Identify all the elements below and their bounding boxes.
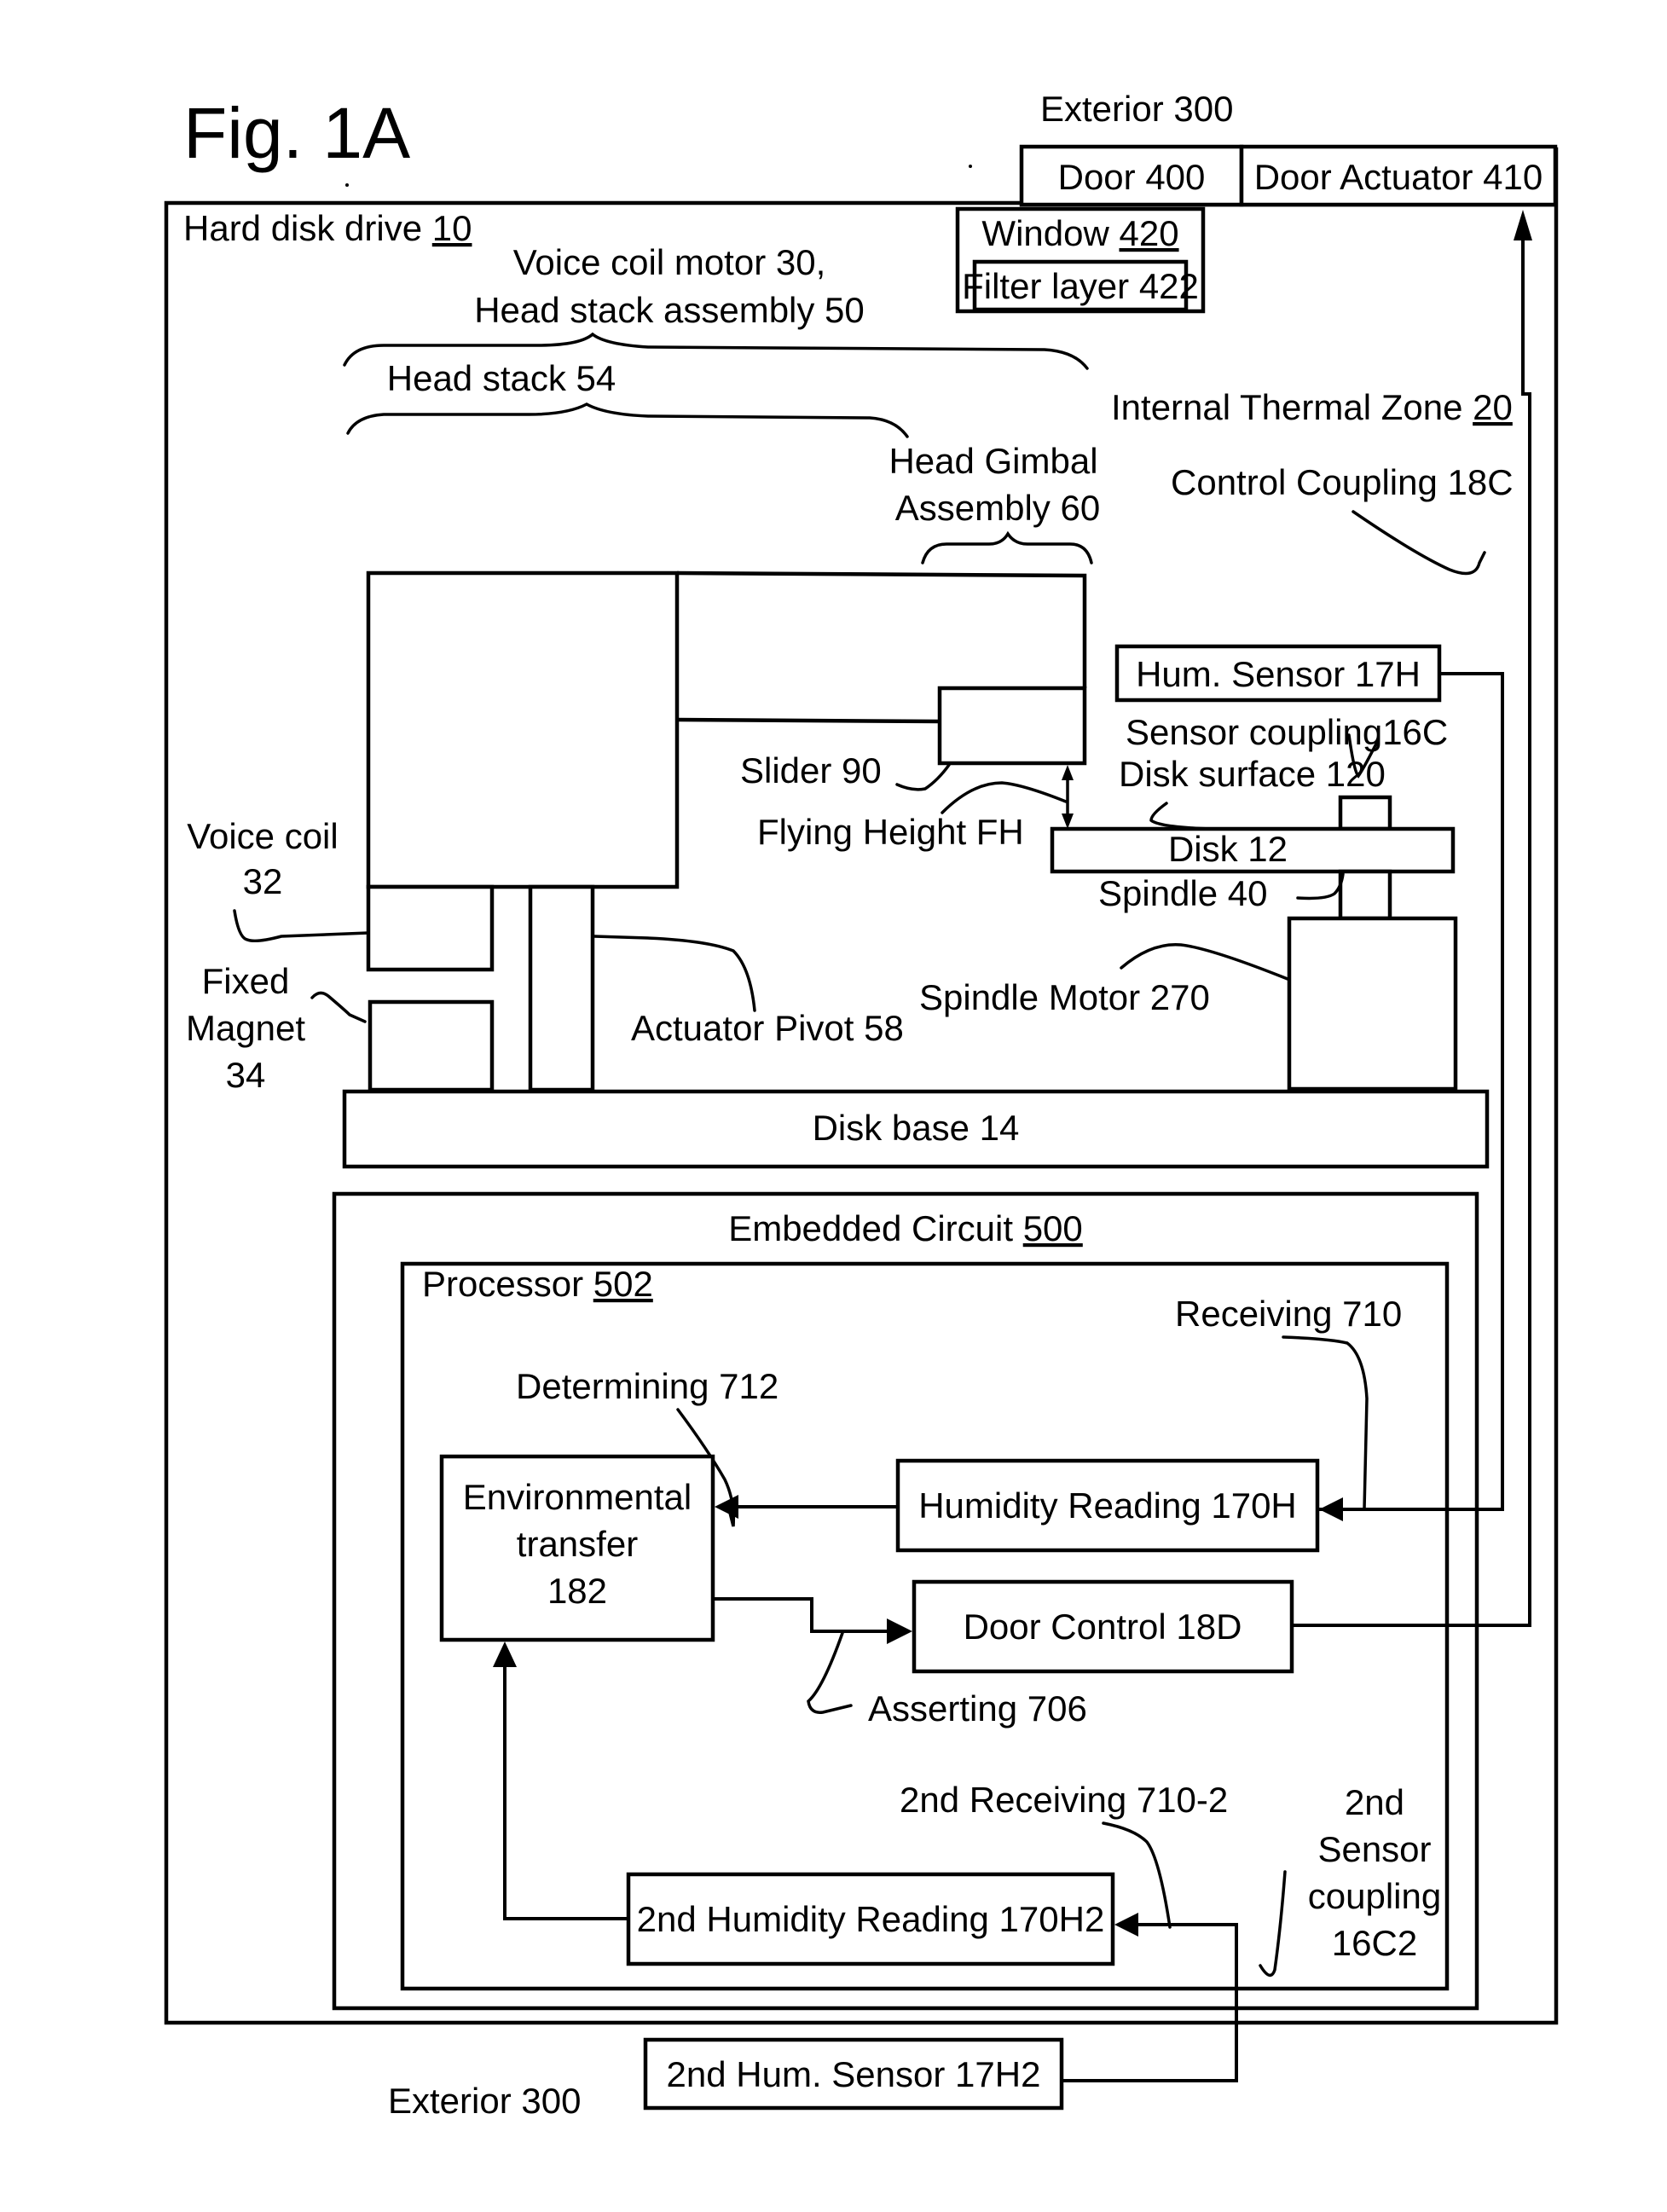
determining-label: Determining 712 (516, 1366, 779, 1406)
env-to-door-control-wire (713, 1597, 887, 1633)
hga-brace (921, 530, 1093, 565)
magnet-label-line1: Fixed (202, 961, 290, 1001)
scan-speck (969, 165, 972, 168)
second-hum-sensor-label: 2nd Hum. Sensor 17H2 (667, 2054, 1041, 2094)
slider-box (937, 686, 1087, 766)
scan-speck (345, 183, 349, 187)
arrow-to-second-humidity-reading (1114, 1913, 1138, 1937)
actuator-pivot-leader (593, 935, 756, 1012)
patent-diagram: Fig. 1A Exterior 300 Door 400 Door Actua… (164, 89, 1559, 2121)
slider-leader (895, 763, 951, 791)
fixed-magnet-box (368, 999, 495, 1092)
processor-label: Processor 502 (422, 1264, 653, 1304)
spindle-top (1338, 795, 1392, 831)
asserting-label: Asserting 706 (868, 1688, 1087, 1728)
window-label: Window 420 (981, 213, 1178, 253)
disk-base-label: Disk base 14 (813, 1108, 1020, 1148)
actuator-pivot-box (528, 884, 595, 1092)
voice-coil-leader (233, 909, 370, 943)
arrow-to-humidity-reading (1319, 1497, 1343, 1521)
exterior-label-top: Exterior 300 (1040, 89, 1233, 129)
asserting-leader (807, 1631, 853, 1714)
arrow-to-door-actuator (1514, 210, 1532, 240)
second-coupling-label-line2: Sensor (1317, 1829, 1431, 1869)
spindle-shaft (1338, 869, 1392, 921)
control-coupling-label: Control Coupling 18C (1171, 462, 1514, 502)
flying-height-arrow-up (1062, 765, 1074, 780)
flying-height-arrow-down (1062, 814, 1074, 829)
hga-label-line1: Head Gimbal (888, 441, 1097, 481)
spindle-leader (1296, 872, 1345, 900)
env-transfer-label-line1: Environmental (463, 1477, 692, 1517)
voice-coil-label-line1: Voice coil (187, 816, 338, 856)
sensor-coupling-label: Sensor coupling16C (1126, 712, 1448, 752)
figure-title: Fig. 1A (183, 93, 410, 173)
second-coupling-label-line3: coupling (1308, 1876, 1441, 1916)
filter-layer-label: Filter layer 422 (962, 266, 1199, 306)
humidity-reading-label: Humidity Reading 170H (918, 1485, 1297, 1526)
arrow-to-env-transfer (715, 1495, 738, 1519)
vcm-label-line2: Head stack assembly 50 (474, 290, 865, 330)
embedded-circuit-label: Embedded Circuit 500 (728, 1208, 1083, 1248)
door-label: Door 400 (1058, 157, 1206, 197)
disk-label: Disk 12 (1168, 829, 1288, 869)
hdd-label: Hard disk drive 10 (183, 208, 472, 248)
thermal-zone-label: Internal Thermal Zone 20 (1111, 387, 1513, 427)
head-stack-brace (346, 402, 909, 438)
door-control-label: Door Control 18D (964, 1607, 1242, 1647)
spindle-motor-label: Spindle Motor 270 (919, 977, 1210, 1017)
receiving-label: Receiving 710 (1175, 1294, 1402, 1334)
door-actuator-label: Door Actuator 410 (1254, 157, 1543, 197)
disk-surface-label: Disk surface 120 (1119, 754, 1386, 794)
second-humidity-reading-label: 2nd Humidity Reading 170H2 (637, 1899, 1105, 1939)
magnet-label-line2: Magnet (186, 1008, 305, 1048)
magnet-leader (310, 991, 367, 1023)
flying-height-leader (941, 781, 1068, 814)
magnet-label-line3: 34 (226, 1055, 266, 1095)
spindle-motor-box (1287, 916, 1458, 1092)
voice-coil-box (366, 884, 495, 972)
actuator-body (366, 570, 680, 889)
spindle-motor-leader (1120, 942, 1289, 981)
disk-surface-leader (1149, 802, 1213, 831)
actuator-arm-top (676, 570, 1087, 688)
vcm-label-line1: Voice coil motor 30, (513, 242, 826, 282)
second-receiving-label: 2nd Receiving 710-2 (900, 1780, 1228, 1820)
voice-coil-label-line2: 32 (243, 861, 283, 901)
second-coupling-leader (1259, 1870, 1287, 1977)
head-stack-label: Head stack 54 (387, 358, 616, 398)
control-coupling-leader (1352, 510, 1486, 576)
second-coupling-label-line1: 2nd (1345, 1782, 1404, 1822)
spindle-label: Spindle 40 (1098, 873, 1268, 913)
env-transfer-label-line2: transfer (517, 1524, 638, 1564)
env-transfer-label-line3: 182 (547, 1571, 607, 1611)
flying-height-label: Flying Height FH (757, 812, 1024, 852)
actuator-arm-bottom (676, 717, 941, 724)
second-coupling-label-line4: 16C2 (1332, 1923, 1417, 1963)
arrow-to-door-control (887, 1618, 912, 1644)
arrow-to-env-transfer-from-below (493, 1642, 517, 1667)
hum-sensor-label: Hum. Sensor 17H (1136, 654, 1421, 694)
actuator-pivot-label: Actuator Pivot 58 (631, 1008, 904, 1048)
exterior-label-bottom: Exterior 300 (388, 2081, 581, 2121)
slider-label: Slider 90 (740, 750, 882, 790)
second-humidity-to-env-wire (503, 1659, 628, 1920)
hga-label-line2: Assembly 60 (895, 488, 1100, 528)
